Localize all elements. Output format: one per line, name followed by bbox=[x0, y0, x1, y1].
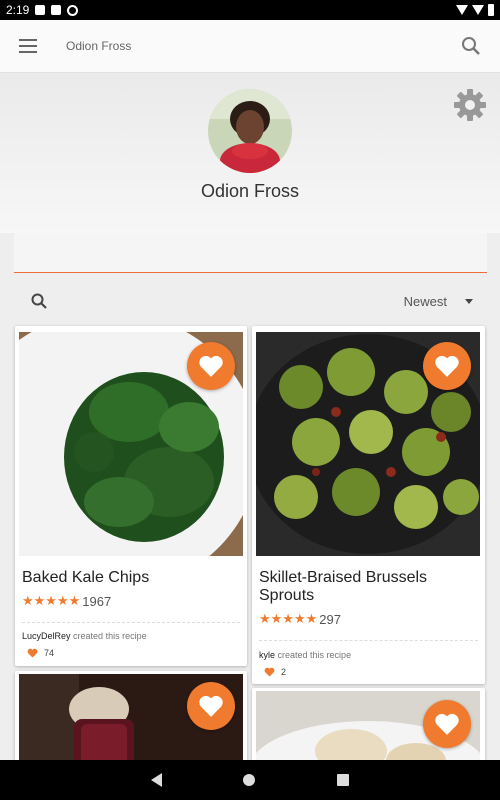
heart-icon bbox=[435, 355, 459, 377]
rating-row: ★★★★★ 297 bbox=[259, 611, 341, 627]
heart-icon bbox=[264, 667, 275, 677]
sort-dropdown[interactable]: Newest bbox=[404, 294, 487, 309]
review-count: 1967 bbox=[82, 593, 112, 609]
star-rating: ★★★★★ bbox=[22, 593, 81, 608]
rating-row: ★★★★★ 1967 bbox=[22, 593, 111, 609]
status-bar: 2:19 bbox=[0, 0, 500, 20]
avatar[interactable] bbox=[208, 89, 292, 173]
search-icon[interactable] bbox=[442, 20, 500, 73]
app-toolbar: Odion Fross bbox=[0, 20, 500, 73]
heart-icon bbox=[27, 648, 38, 658]
text-field[interactable] bbox=[14, 233, 487, 273]
chevron-down-icon bbox=[465, 298, 473, 304]
favorite-button[interactable] bbox=[187, 682, 235, 730]
review-count: 297 bbox=[319, 611, 341, 627]
likes-row: 74 bbox=[27, 648, 54, 658]
likes-count: 74 bbox=[44, 648, 55, 658]
creator-text: created this recipe bbox=[73, 631, 147, 641]
heart-icon bbox=[199, 355, 223, 377]
likes-row: 2 bbox=[264, 667, 286, 677]
heart-icon bbox=[199, 695, 223, 717]
creator-name[interactable]: kyle bbox=[259, 650, 275, 660]
recipe-card[interactable]: Skillet-Braised Brussels Sprouts ★★★★★ 2… bbox=[252, 326, 485, 684]
likes-count: 2 bbox=[281, 667, 287, 677]
signal-icon bbox=[472, 5, 484, 15]
sync-icon bbox=[67, 4, 79, 16]
home-icon[interactable] bbox=[243, 774, 256, 786]
recipe-card[interactable]: Baked Kale Chips ★★★★★ 1967 LucyDelRey c… bbox=[15, 326, 247, 666]
toolbar-title: Odion Fross bbox=[66, 39, 132, 53]
menu-icon[interactable] bbox=[0, 20, 56, 73]
divider bbox=[22, 622, 240, 623]
favorite-button[interactable] bbox=[187, 342, 235, 390]
filter-bar: Newest bbox=[14, 283, 487, 319]
favorite-button[interactable] bbox=[423, 342, 471, 390]
search-icon[interactable] bbox=[14, 283, 64, 319]
profile-header: Odion Fross bbox=[0, 73, 500, 233]
heart-icon bbox=[435, 713, 459, 735]
sort-value: Newest bbox=[403, 293, 447, 309]
back-icon[interactable] bbox=[150, 773, 162, 787]
gear-icon[interactable] bbox=[452, 87, 488, 128]
notification-icon bbox=[35, 5, 46, 15]
creator-line: LucyDelRey created this recipe bbox=[22, 631, 147, 641]
recipe-title: Baked Kale Chips bbox=[22, 569, 150, 586]
creator-line: kyle created this recipe bbox=[259, 650, 351, 660]
recipe-title: Skillet-Braised Brussels Sprouts bbox=[259, 569, 428, 604]
star-rating: ★★★★★ bbox=[259, 611, 318, 626]
recents-icon[interactable] bbox=[337, 774, 350, 786]
creator-name[interactable]: LucyDelRey bbox=[22, 631, 71, 641]
sd-card-icon bbox=[51, 5, 62, 15]
profile-name: Odion Fross bbox=[200, 181, 300, 201]
system-nav-bar bbox=[0, 760, 500, 800]
wifi-icon bbox=[456, 5, 468, 15]
creator-text: created this recipe bbox=[277, 650, 352, 660]
status-time: 2:19 bbox=[6, 3, 30, 17]
divider bbox=[259, 640, 478, 641]
battery-icon bbox=[488, 4, 494, 16]
favorite-button[interactable] bbox=[423, 700, 471, 748]
